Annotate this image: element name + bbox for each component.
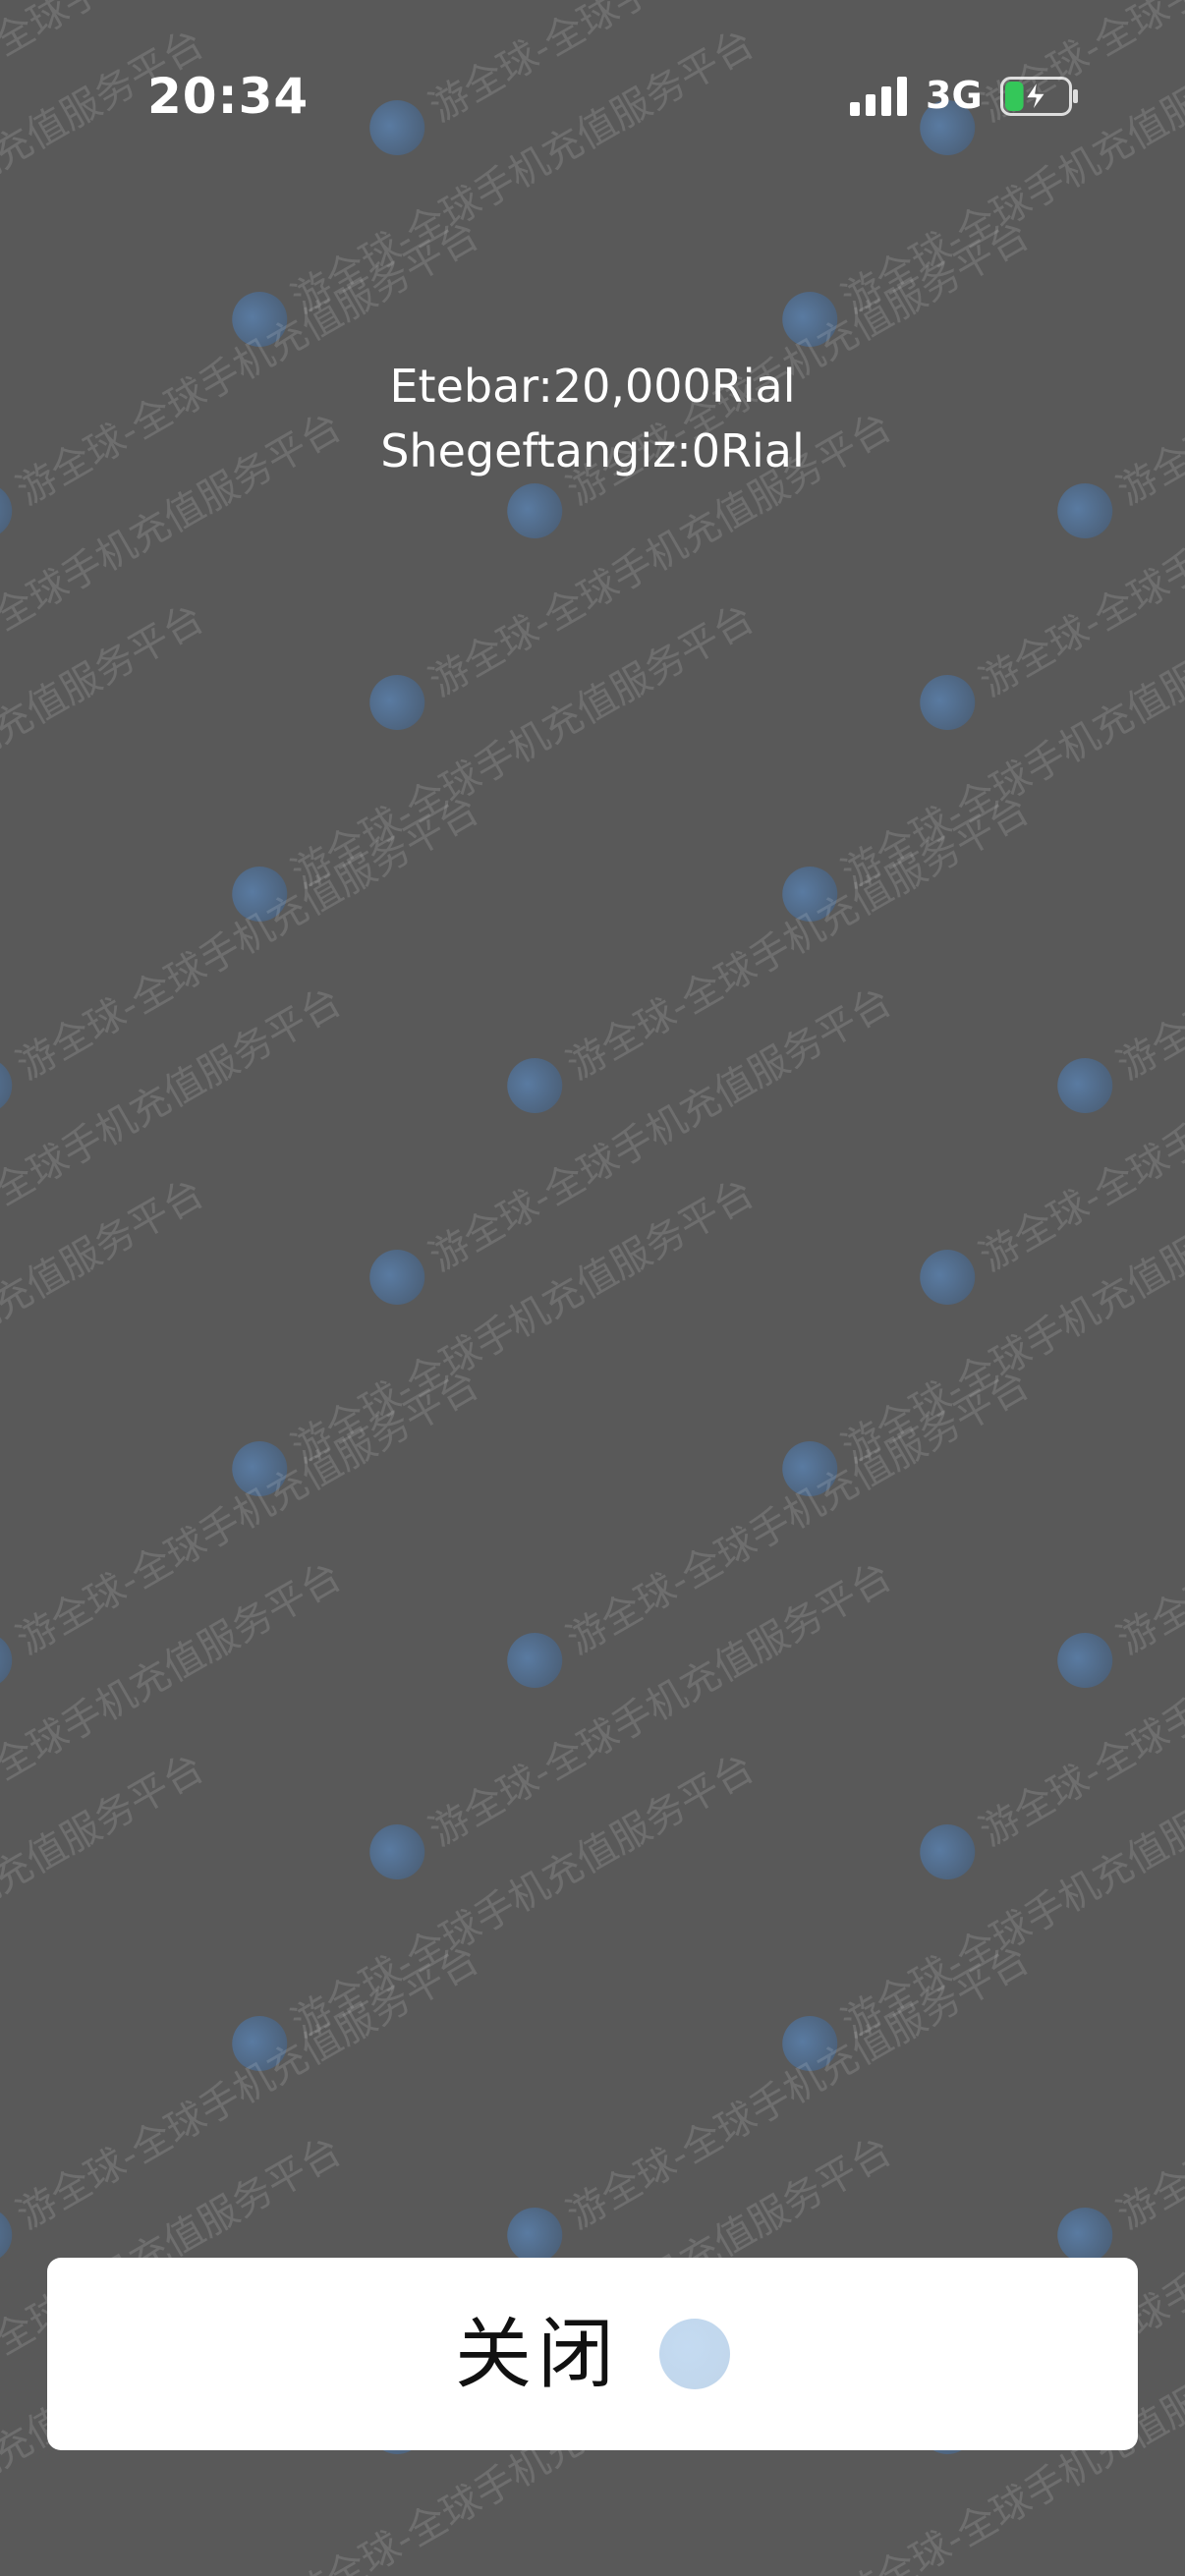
close-button[interactable]: 关闭 — [47, 2258, 1138, 2450]
globe-icon — [360, 664, 435, 741]
globe-icon — [1047, 1622, 1123, 1699]
watermark-text: 游全球-全球手机充值服务平台 — [497, 1354, 1039, 1699]
globe-icon — [497, 1622, 573, 1699]
cellular-signal-icon — [850, 77, 907, 116]
watermark-text: 游全球-全球手机充值服务平台 — [0, 1354, 487, 1699]
watermark-text: 游全球-全球手机充值服务平台 — [772, 588, 1185, 932]
watermark-text: 游全球-全球手机充值服务平台 — [222, 588, 763, 932]
globe-icon — [222, 856, 298, 932]
globe-icon — [910, 1239, 986, 1316]
watermark-text: 游全球-全球手机充值服务平台 — [0, 1170, 212, 1473]
credit-balance: Etebar:20,000Rial — [389, 360, 796, 413]
globe-icon — [497, 1047, 573, 1124]
gift-balance: Shegeftangiz:0Rial — [380, 424, 805, 477]
globe-icon — [222, 281, 298, 358]
close-label: 关闭 — [454, 2311, 620, 2397]
globe-icon — [360, 1239, 435, 1316]
globe-icon — [0, 2197, 23, 2273]
globe-icon — [222, 2005, 298, 2082]
watermark-text: 游全球-全球手机充值服务平台 — [772, 1162, 1185, 1507]
balance-info: Etebar:20,000Rial Shegeftangiz:0Rial — [0, 354, 1185, 483]
globe-icon — [772, 856, 848, 932]
watermark-text: 游全球-全球手机充值服务平台 — [360, 1545, 901, 1890]
status-bar: 20:34 3G — [0, 0, 1185, 196]
globe-icon — [360, 1814, 435, 1890]
watermark-text: 游全球-全球手机充值服务平台 — [0, 595, 212, 898]
watermark-text: 游全球-全球手机充值服务平台 — [0, 1745, 212, 2047]
globe-icon — [0, 1047, 23, 1124]
watermark-text: 游全球-全球手机充值服务平台 — [1047, 1354, 1185, 1699]
watermark-text: 游全球-全球手机充值服务平台 — [1047, 1929, 1185, 2273]
watermark-text: 游全球-全球手机充值服务平台 — [222, 1162, 763, 1507]
watermark-text: 游全球-全球手机充值服务平台 — [910, 971, 1185, 1316]
globe-icon — [772, 1430, 848, 1507]
battery-charging-icon — [1000, 77, 1078, 116]
status-time: 20:34 — [147, 68, 310, 125]
globe-icon — [1047, 473, 1123, 549]
watermark-text: 游全球-全球手机充值服务平台 — [1047, 779, 1185, 1124]
globe-icon — [497, 473, 573, 549]
watermark-text: 游全球-全球手机充值服务平台 — [222, 1737, 763, 2082]
globe-icon — [910, 664, 986, 741]
globe-icon — [659, 2319, 730, 2389]
globe-icon — [910, 1814, 986, 1890]
globe-icon — [772, 281, 848, 358]
watermark-text: 游全球-全球手机充值服务平台 — [0, 1553, 350, 1856]
watermark-text: 游全球-全球手机充值服务平台 — [497, 779, 1039, 1124]
watermark-text: 游全球-全球手机充值服务平台 — [497, 1929, 1039, 2273]
watermark-text: 游全球-全球手机充值服务平台 — [772, 1737, 1185, 2082]
network-type: 3G — [926, 74, 983, 117]
globe-icon — [0, 1622, 23, 1699]
globe-icon — [772, 2005, 848, 2082]
watermark-text: 游全球-全球手机充值服务平台 — [0, 979, 350, 1281]
watermark-text: 游全球-全球手机充值服务平台 — [0, 1929, 487, 2273]
globe-icon — [1047, 1047, 1123, 1124]
globe-icon — [0, 473, 23, 549]
watermark-text: 游全球-全球手机充值服务平台 — [910, 1545, 1185, 1890]
watermark-text: 游全球-全球手机充值服务平台 — [0, 779, 487, 1124]
watermark-text: 游全球-全球手机充值服务平台 — [360, 971, 901, 1316]
globe-icon — [222, 1430, 298, 1507]
